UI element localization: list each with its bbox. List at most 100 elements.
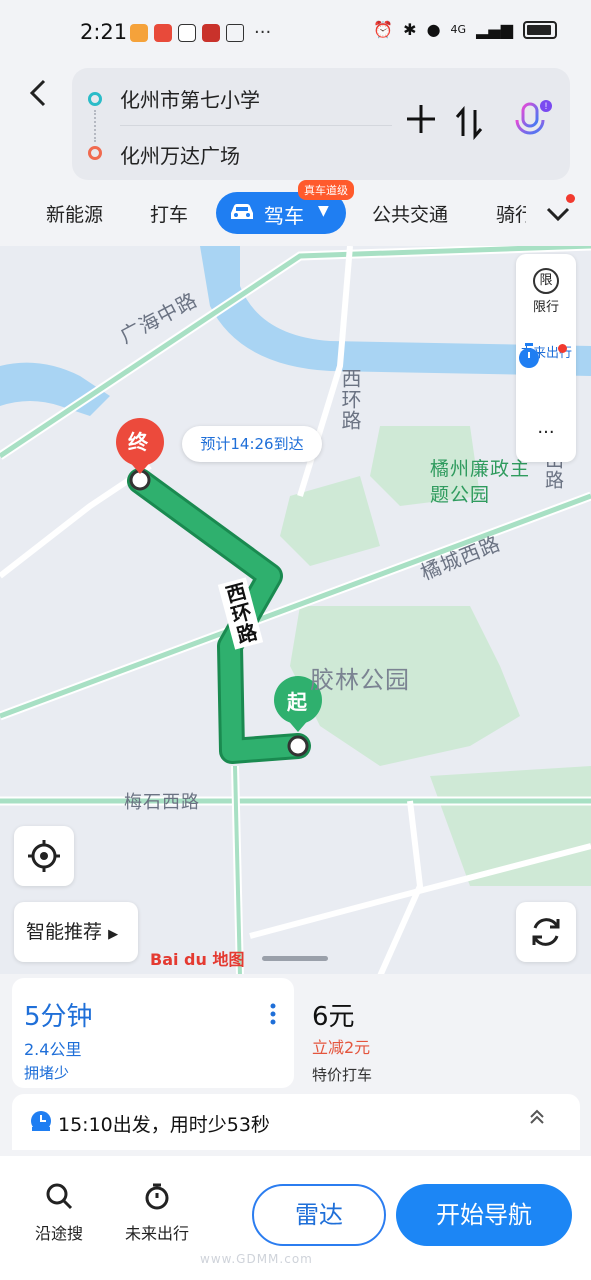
- start-marker-tail: [286, 718, 310, 732]
- map-road: [377, 800, 424, 976]
- location-icon: ●: [426, 20, 441, 39]
- departure-suggestion[interactable]: 15:10出发，用时少53秒: [12, 1094, 580, 1150]
- smart-recommend-button[interactable]: 智能推荐 ▶: [14, 902, 138, 962]
- alipay-app-icon: [226, 23, 244, 42]
- clock-icon: [31, 1111, 51, 1131]
- status-bar: 2:21 ··· ⏰ ✱ ● 4G ▂▄▆: [0, 0, 591, 66]
- route-connector: [94, 110, 96, 142]
- hand-app-icon: [178, 23, 196, 42]
- chevron-down-icon: [546, 207, 570, 222]
- tab-new-energy[interactable]: 新能源: [46, 200, 103, 227]
- more-tools-button[interactable]: ···: [516, 422, 576, 443]
- back-button[interactable]: [24, 76, 60, 116]
- logo-text: Bai du 地图: [150, 950, 245, 969]
- taxi-price: 6元: [312, 1002, 355, 1032]
- vertical-more-icon[interactable]: [270, 1002, 276, 1026]
- route-option-card[interactable]: 5分钟 2.4公里 拥堵少: [12, 978, 294, 1088]
- status-system-icons: ⏰ ✱ ● 4G ▂▄▆: [373, 20, 557, 39]
- map-view[interactable]: 广海中路 西环路 橘州廉政主题公园 山路 橘城西路 西环路 胶林公园 梅石西路 …: [0, 246, 591, 976]
- restrict-label: 限行: [532, 300, 559, 315]
- future-trip-label: 未来出行: [124, 1224, 189, 1243]
- future-trip-button[interactable]: 未来出行: [112, 1182, 202, 1244]
- car-icon: [231, 204, 253, 219]
- future-trip-map-button[interactable]: 未来出行: [516, 342, 576, 368]
- map-side-tools: 限 限行 未来出行 ···: [516, 254, 576, 462]
- tab-drive-label: 驾车: [264, 204, 304, 228]
- notification-dot: [558, 344, 567, 353]
- video-app-icon: [130, 23, 148, 42]
- baidu-map-logo: Bai du 地图: [150, 946, 244, 970]
- lane-level-badge: 真车道级: [298, 180, 354, 200]
- restriction-icon: 限: [533, 268, 559, 294]
- mail-app-icon: [154, 23, 172, 42]
- refresh-icon: [532, 918, 560, 946]
- route-duration: 5分钟: [24, 1002, 93, 1032]
- smart-recommend-label: 智能推荐: [26, 921, 103, 943]
- crosshair-icon: [28, 840, 60, 872]
- tab-public-transit[interactable]: 公共交通: [372, 200, 448, 227]
- panel-drag-handle[interactable]: [262, 956, 328, 961]
- watermark: www.GDMM.com: [200, 1252, 313, 1266]
- microphone-icon: !: [515, 100, 552, 139]
- swap-button[interactable]: [454, 105, 484, 147]
- swap-icon: [455, 105, 483, 141]
- park-label-jiaolin: 胶林公园: [310, 666, 410, 694]
- tab-cycling[interactable]: 骑行: [496, 200, 526, 227]
- chevron-left-icon: [29, 79, 46, 107]
- double-chevron-up-icon[interactable]: [528, 1108, 546, 1131]
- locate-button[interactable]: [14, 826, 74, 886]
- search-icon: [46, 1183, 73, 1210]
- refresh-route-button[interactable]: [516, 902, 576, 962]
- tab-taxi[interactable]: 打车: [150, 200, 188, 227]
- taxi-label: 特价打车: [312, 1066, 373, 1084]
- start-navigation-button[interactable]: 开始导航: [396, 1184, 572, 1246]
- eta-bubble: 预计14:26到达: [182, 426, 322, 462]
- destination-field[interactable]: 化州万达广场: [120, 140, 240, 169]
- route-panel: 5分钟 2.4公里 拥堵少 6元 立减2元 特价打车 15:10出发，用时少53…: [0, 974, 591, 1280]
- travel-mode-tabs: 新能源 打车 驾车 ▼ 真车道级 公共交通 骑行: [0, 180, 591, 242]
- restrict-button[interactable]: 限 限行: [516, 268, 576, 315]
- route-traffic: 拥堵少: [24, 1064, 70, 1082]
- app-root: 2:21 ··· ⏰ ✱ ● 4G ▂▄▆ 化州市第七小学 化州万达广场 ! 新…: [0, 0, 591, 1280]
- search-along-label: 沿途搜: [34, 1224, 83, 1243]
- destination-dot-icon: [88, 146, 102, 160]
- road-label-meishi: 梅石西路: [124, 792, 200, 813]
- end-marker-label: 终: [128, 430, 148, 454]
- signal-icon: ▂▄▆: [476, 20, 513, 39]
- park-label-lianzheng: 橘州廉政主题公园: [430, 458, 531, 506]
- caret-right-icon: ▶: [108, 927, 119, 942]
- status-notification-icons: ···: [130, 22, 271, 43]
- route-input-box: 化州市第七小学 化州万达广场 !: [72, 68, 570, 180]
- route-distance: 2.4公里: [24, 1040, 82, 1059]
- svg-text:!: !: [545, 101, 548, 111]
- voice-input-button[interactable]: !: [510, 98, 554, 144]
- route-divider: [120, 125, 392, 126]
- origin-field[interactable]: 化州市第七小学: [120, 84, 260, 113]
- map-canvas: [0, 246, 591, 976]
- departure-text: 15:10出发，用时少53秒: [58, 1114, 270, 1136]
- notification-dot: [566, 194, 575, 203]
- bank-app-icon: [202, 23, 220, 42]
- bluetooth-icon: ✱: [403, 20, 417, 39]
- taxi-option-card[interactable]: 6元 立减2元 特价打车: [296, 978, 580, 1088]
- taxi-discount: 立减2元: [312, 1038, 371, 1057]
- alarm-icon: ⏰: [373, 20, 394, 39]
- network-label: 4G: [450, 23, 467, 36]
- stopwatch-icon: [145, 1183, 169, 1210]
- start-marker-label: 起: [287, 690, 307, 714]
- start-point: [287, 735, 309, 757]
- battery-icon: [523, 20, 557, 39]
- park-area: [280, 476, 380, 566]
- radar-button[interactable]: 雷达: [252, 1184, 386, 1246]
- origin-dot-icon: [88, 92, 102, 106]
- caret-down-icon: ▼: [318, 203, 329, 219]
- add-waypoint-button[interactable]: [404, 102, 438, 143]
- search-along-button[interactable]: 沿途搜: [14, 1182, 104, 1244]
- route-header: 化州市第七小学 化州万达广场 ! 新能源 打车 驾车 ▼ 真车道级 公共交通 骑…: [0, 66, 591, 246]
- road-label-xihuan: 西环路: [338, 368, 362, 431]
- status-time: 2:21: [80, 20, 128, 44]
- more-modes-button[interactable]: [544, 194, 575, 228]
- plus-icon: [407, 105, 435, 133]
- more-notifications-icon: ···: [254, 22, 272, 43]
- bottom-action-bar: 沿途搜 未来出行 雷达 开始导航 www.GDMM.com: [0, 1156, 591, 1280]
